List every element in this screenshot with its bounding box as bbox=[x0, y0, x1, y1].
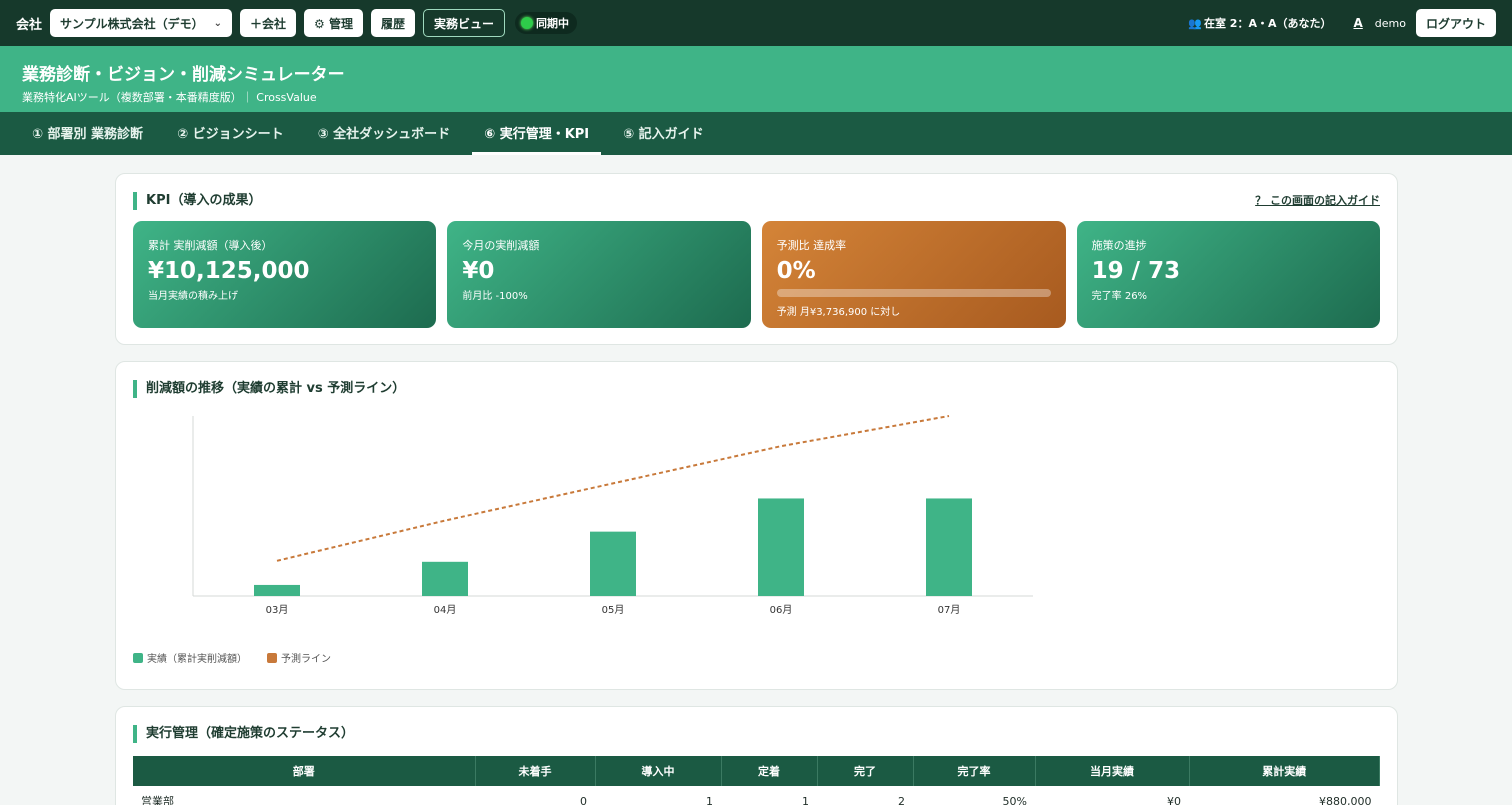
screen-guide-link[interactable]: ？ この画面の記入ガイド bbox=[1255, 192, 1380, 210]
kpi-row: 累計 実削減額（導入後） ¥10,125,000 当月実績の積み上げ 今月の実削… bbox=[133, 221, 1380, 328]
kpi-value: ¥10,125,000 bbox=[148, 258, 310, 284]
kpi-monthly-savings: 今月の実削減額 ¥0 前月比 -100% bbox=[447, 221, 751, 328]
tab-department-diagnosis[interactable]: ① 部署別 業務診断 bbox=[20, 112, 155, 155]
tab-bar: ① 部署別 業務診断 ② ビジョンシート ③ 全社ダッシュボード ⑥ 実行管理・… bbox=[0, 112, 1512, 155]
kpi-value: ¥0 bbox=[462, 258, 495, 284]
chart-bar bbox=[422, 561, 468, 596]
history-button[interactable]: 履歴 bbox=[370, 9, 415, 37]
x-tick-label: 06月 bbox=[770, 604, 793, 616]
chart-section-title: 削減額の推移（実績の累計 vs 予測ライン） bbox=[133, 380, 1380, 398]
chart-area: 03月 04月 05月 06月 07月 bbox=[133, 404, 1380, 644]
work-view-button[interactable]: 実務ビュー bbox=[422, 9, 505, 37]
cell-established: 1 bbox=[802, 794, 809, 805]
trend-chart-card: 削減額の推移（実績の累計 vs 予測ライン） 03月 04月 05月 06月 07月 実… bbox=[115, 361, 1398, 690]
tab-company-dashboard[interactable]: ③ 全社ダッシュボード bbox=[306, 112, 463, 155]
kpi-label: 累計 実削減額（導入後） bbox=[148, 239, 273, 252]
execution-card: 実行管理（確定施策のステータス） 部署 未着手 導入中 定着 完了 完了率 当月… bbox=[115, 706, 1398, 805]
kpi-label: 施策の進捗 bbox=[1091, 239, 1147, 252]
x-tick-label: 04月 bbox=[434, 604, 457, 616]
kpi-label: 今月の実削減額 bbox=[462, 239, 540, 252]
legend-swatch bbox=[267, 652, 277, 663]
kpi-title-text: KPI（導入の成果） bbox=[146, 193, 262, 208]
column-header: 定着 bbox=[721, 756, 818, 786]
x-tick-label: 03月 bbox=[266, 604, 289, 616]
company-select-value: サンプル株式会社（デモ） bbox=[60, 16, 204, 31]
legend-swatch bbox=[133, 652, 143, 663]
logout-button[interactable]: ログアウト bbox=[1415, 9, 1496, 37]
people-icon: 👥 bbox=[1188, 16, 1202, 30]
cell-monthly-result: ¥0 bbox=[1167, 794, 1181, 805]
kpi-card: KPI（導入の成果） ？ この画面の記入ガイド 累計 実削減額（導入後） ¥10… bbox=[115, 173, 1398, 345]
execution-section-title: 実行管理（確定施策のステータス） bbox=[133, 725, 1380, 743]
table-header-row: 部署 未着手 導入中 定着 完了 完了率 当月実績 累計実績 bbox=[133, 756, 1380, 786]
x-tick-label: 05月 bbox=[602, 604, 625, 616]
kpi-value: 19 / 73 bbox=[1091, 258, 1181, 284]
kpi-section-title: KPI（導入の成果） ？ この画面の記入ガイド bbox=[133, 192, 1380, 210]
sync-status-text: 同期中 bbox=[536, 17, 569, 30]
cell-department: 営業部 bbox=[141, 795, 174, 805]
company-select[interactable]: サンプル株式会社（デモ） ⌄ bbox=[50, 9, 233, 37]
chart-bar bbox=[758, 498, 804, 596]
presence-indicator: 👥 在室 2：A・A（あなた） bbox=[1188, 15, 1331, 31]
legend-forecast-text: 予測ライン bbox=[281, 654, 331, 665]
chart-bar bbox=[254, 584, 300, 596]
page-header: 業務診断・ビジョン・削減シミュレーター 業務特化AIツール（複数部署・本番精度版… bbox=[0, 46, 1512, 112]
user-name: demo bbox=[1374, 16, 1406, 30]
tab-entry-guide[interactable]: ⑤ 記入ガイド bbox=[611, 112, 716, 155]
kpi-cumulative-savings: 累計 実削減額（導入後） ¥10,125,000 当月実績の積み上げ bbox=[133, 221, 437, 328]
chart-bar bbox=[590, 531, 636, 596]
legend-actual: 実績（累計実削減額） bbox=[133, 650, 247, 665]
column-header: 当月実績 bbox=[1035, 756, 1190, 786]
column-header: 導入中 bbox=[595, 756, 722, 786]
add-company-button[interactable]: ＋会社 bbox=[240, 9, 297, 37]
savings-trend-chart: 03月 04月 05月 06月 07月 bbox=[192, 415, 1033, 616]
column-header: 完了 bbox=[817, 756, 914, 786]
tab-execution-kpi[interactable]: ⑥ 実行管理・KPI bbox=[472, 112, 602, 155]
avatar[interactable]: A bbox=[1353, 16, 1362, 30]
page-subtitle: 業務特化AIツール（複数部署・本番精度版）｜ CrossValue bbox=[22, 91, 317, 104]
cell-completed: 2 bbox=[898, 794, 905, 805]
table-row: 営業部 0 1 1 2 50% ¥0 ¥880,000 bbox=[133, 786, 1380, 805]
tab-vision-sheet[interactable]: ② ビジョンシート bbox=[165, 112, 296, 155]
kpi-value: 0% bbox=[776, 258, 816, 284]
kpi-forecast-achievement: 予測比 達成率 0% 予測 月¥3,736,900 に対し bbox=[761, 221, 1066, 328]
kpi-note: 前月比 -100% bbox=[462, 291, 528, 302]
sync-status-badge: 同期中 bbox=[515, 12, 577, 34]
main-content: KPI（導入の成果） ？ この画面の記入ガイド 累計 実削減額（導入後） ¥10… bbox=[0, 155, 1512, 805]
page-title: 業務診断・ビジョン・削減シミュレーター bbox=[22, 65, 345, 85]
column-header: 完了率 bbox=[913, 756, 1036, 786]
execution-table: 部署 未着手 導入中 定着 完了 完了率 当月実績 累計実績 営業部 0 1 1… bbox=[133, 756, 1380, 805]
admin-button[interactable]: ⚙ 管理 bbox=[304, 9, 363, 37]
cell-completion-rate: 50% bbox=[1002, 794, 1027, 805]
chart-legend: 実績（累計実削減額） 予測ライン bbox=[133, 650, 1380, 665]
legend-actual-text: 実績（累計実削減額） bbox=[147, 654, 247, 665]
kpi-measure-progress: 施策の進捗 19 / 73 完了率 26% bbox=[1076, 221, 1380, 328]
kpi-note: 完了率 26% bbox=[1091, 291, 1148, 302]
column-header: 未着手 bbox=[475, 756, 596, 786]
chevron-down-icon: ⌄ bbox=[213, 17, 223, 29]
company-label: 会社 bbox=[16, 17, 43, 33]
column-header: 部署 bbox=[133, 756, 476, 786]
kpi-note: 予測 月¥3,736,900 に対し bbox=[776, 307, 901, 318]
chart-bar bbox=[926, 498, 972, 596]
column-header: 累計実績 bbox=[1189, 756, 1380, 786]
kpi-label: 予測比 達成率 bbox=[776, 239, 847, 252]
cell-not-started: 0 bbox=[580, 794, 587, 805]
chart-title-text: 削減額の推移（実績の累計 vs 予測ライン） bbox=[146, 381, 406, 396]
kpi-note: 当月実績の積み上げ bbox=[148, 291, 238, 302]
x-tick-label: 07月 bbox=[938, 604, 961, 616]
presence-text: 在室 2：A・A（あなた） bbox=[1203, 17, 1332, 30]
achievement-progress-bar bbox=[776, 289, 1051, 297]
sync-dot-icon bbox=[521, 17, 533, 29]
cell-cumulative-result: ¥880,000 bbox=[1319, 794, 1372, 805]
execution-title-text: 実行管理（確定施策のステータス） bbox=[146, 726, 355, 741]
legend-forecast: 予測ライン bbox=[267, 650, 331, 665]
top-bar: 会社 サンプル株式会社（デモ） ⌄ ＋会社 ⚙ 管理 履歴 実務ビュー 同期中 … bbox=[0, 0, 1512, 46]
cell-in-progress: 1 bbox=[706, 794, 713, 805]
